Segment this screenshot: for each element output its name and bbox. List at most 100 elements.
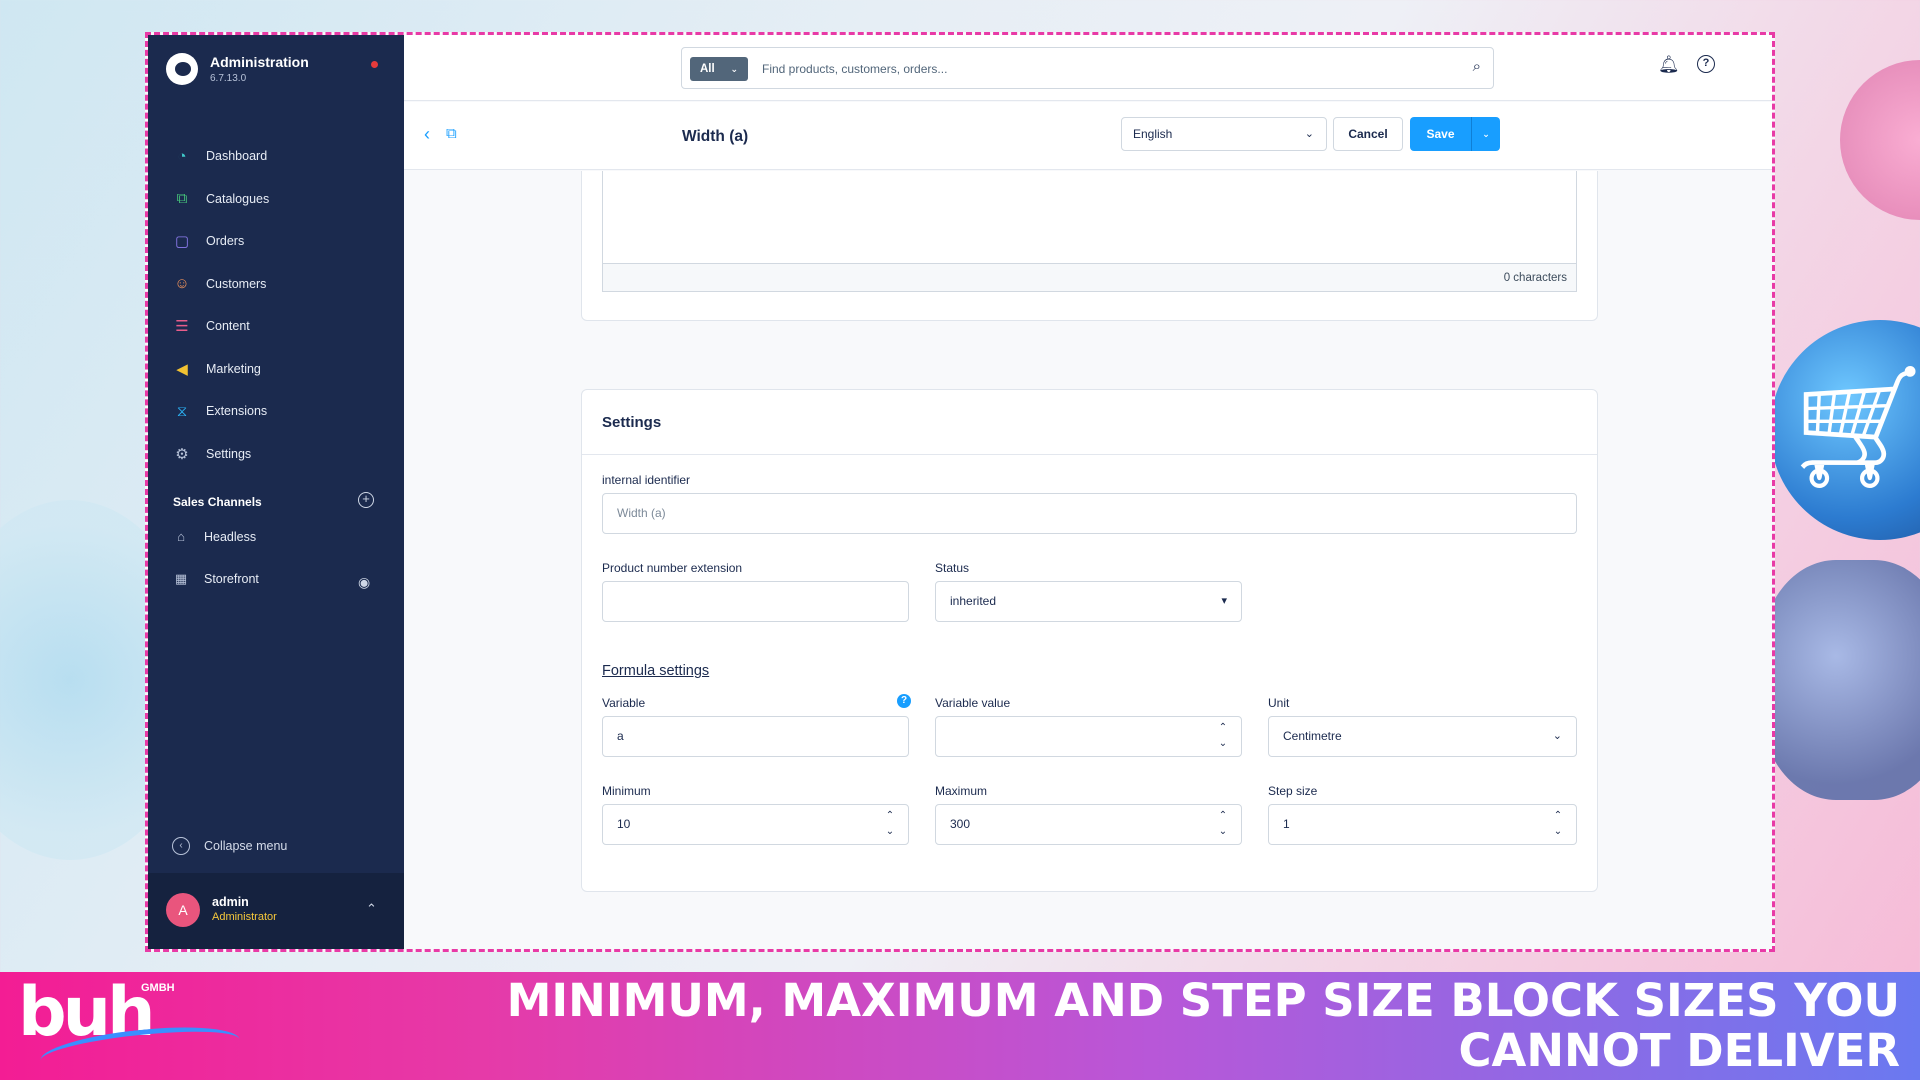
step-size-field[interactable]: 1 ⌃ ⌄ [1268,804,1577,845]
channel-label: Storefront [204,572,259,586]
internal-identifier-input[interactable] [617,506,1433,520]
help-icon[interactable]: ? [897,694,911,708]
back-icon[interactable]: ‹ [424,124,430,145]
chevron-down-icon: ⌄ [1304,128,1314,140]
description-card: 0 characters [581,171,1598,321]
minimum-value: 10 [617,817,631,831]
maximum-value: 300 [950,817,971,831]
character-count: 0 characters [603,263,1576,291]
chevron-down-icon: ▾ [1221,595,1227,607]
sidebar-item-catalogues[interactable]: ⧉ Catalogues [148,178,404,221]
save-button-group: Save ⌄ [1410,117,1500,151]
brand[interactable]: Administration 6.7.13.0 [166,53,309,85]
copy-icon[interactable]: ⧉ [446,125,457,142]
variable-value: a [617,729,624,743]
bell-icon[interactable]: 🔔︎ [1658,55,1680,75]
sidebar-item-settings[interactable]: ⚙ Settings [148,433,404,476]
global-search: All ⌄ ⌕ [681,47,1494,89]
unit-select[interactable]: Centimetre ⌄ [1268,716,1577,757]
extensions-icon: ⧖ [176,402,188,420]
settings-title: Settings [602,414,662,431]
smart-bar: ‹ ⧉ Width (a) English ⌄ Cancel Save ⌄ [404,102,1772,170]
sidebar-item-orders[interactable]: ▢ Orders [148,220,404,263]
sidebar-item-dashboard[interactable]: ◔ Dashboard [148,135,404,178]
promo-banner: buh GMBH MINIMUM, MAXIMUM AND STEP SIZE … [0,972,1920,1080]
company-logo-suffix: GMBH [141,982,175,994]
sidebar-item-content[interactable]: ☰ Content [148,305,404,348]
customers-icon: ☺ [174,275,190,293]
banner-headline: MINIMUM, MAXIMUM AND STEP SIZE BLOCK SIZ… [506,974,1900,1077]
step-size-label: Step size [1268,784,1318,798]
user-role: Administrator [212,911,277,923]
brand-version: 6.7.13.0 [210,73,247,84]
step-size-value: 1 [1283,817,1290,831]
sidebar-item-extensions[interactable]: ⧖ Extensions [148,390,404,433]
save-button[interactable]: Save [1410,117,1471,151]
sidebar-item-label: Marketing [206,361,261,376]
sidebar-item-label: Catalogues [206,191,270,206]
user-menu[interactable]: A admin Administrator ⌃ [148,873,404,949]
sidebar-item-customers[interactable]: ☺ Customers [148,263,404,306]
sidebar-item-storefront[interactable]: ▦ Storefront [172,571,259,587]
sidebar-item-label: Dashboard [206,149,268,164]
basket-icon: ⌂ [177,529,185,544]
search-icon[interactable]: ⌕ [1473,58,1481,75]
sidebar: Administration 6.7.13.0 ◔ Dashboard ⧉ Ca… [148,35,404,949]
page-title: Width (a) [682,128,749,145]
collapse-label: Collapse menu [204,839,288,853]
eye-icon[interactable]: ◉ [358,574,370,591]
brand-title: Administration [210,54,309,70]
sidebar-item-label: Content [206,319,250,334]
maximum-label: Maximum [935,784,988,798]
stepper-arrows-icon[interactable]: ⌃ ⌄ [1552,808,1564,840]
unit-value: Centimetre [1283,729,1342,743]
background-decoration-blue [1760,560,1920,800]
main-area: All ⌄ ⌕ 🔔︎ ? ‹ ⧉ Width (a) English ⌄ Can… [404,35,1772,949]
product-number-field[interactable] [602,581,909,622]
content-icon: ☰ [175,318,189,336]
chevron-down-icon: ⌄ [1552,730,1562,742]
stepper-arrows-icon[interactable]: ⌃ ⌄ [1217,720,1229,752]
variable-label: Variable [602,696,646,710]
internal-identifier-field[interactable] [602,493,1577,534]
variable-field[interactable]: a [602,716,909,757]
sidebar-item-label: Orders [206,234,245,249]
help-icon[interactable]: ? [1697,55,1715,73]
dashboard-icon: ◔ [177,147,187,165]
maximum-field[interactable]: 300 ⌃ ⌄ [935,804,1242,845]
stepper-arrows-icon[interactable]: ⌃ ⌄ [884,808,896,840]
status-value: inherited [950,594,997,608]
unit-label: Unit [1268,696,1290,710]
catalogues-icon: ⧉ [176,190,188,208]
minimum-field[interactable]: 10 ⌃ ⌄ [602,804,909,845]
variable-value-field[interactable]: ⌃ ⌄ [935,716,1242,757]
search-scope-label: All [700,63,715,75]
sidebar-item-headless[interactable]: ⌂ Headless [172,529,256,544]
sidebar-item-label: Customers [206,276,267,291]
chevron-up-icon[interactable]: ⌃ [366,901,377,917]
language-select[interactable]: English ⌄ [1121,117,1327,151]
search-scope-dropdown[interactable]: All ⌄ [690,57,748,81]
status-select[interactable]: inherited ▾ [935,581,1242,622]
notification-dot-icon [371,61,378,68]
collapse-menu-button[interactable]: ‹ Collapse menu [172,837,287,855]
description-editor[interactable]: 0 characters [602,171,1577,292]
shopware-logo-icon [166,53,198,85]
settings-card: Settings internal identifier Product num… [581,389,1598,892]
search-input[interactable] [762,57,1442,81]
save-options-chevron-down-icon[interactable]: ⌄ [1471,117,1500,151]
background-decoration-pink [1840,60,1920,220]
sidebar-item-label: Extensions [206,404,268,419]
avatar: A [166,893,200,927]
add-sales-channel-icon[interactable]: + [358,492,374,508]
cancel-button[interactable]: Cancel [1333,117,1403,151]
product-number-label: Product number extension [602,561,743,575]
sidebar-item-marketing[interactable]: ◀ Marketing [148,348,404,391]
main-nav: ◔ Dashboard ⧉ Catalogues ▢ Orders ☺ Cust… [148,135,404,475]
storefront-icon: ▦ [174,571,188,586]
sales-channels-title: Sales Channels [173,495,262,509]
stepper-arrows-icon[interactable]: ⌃ ⌄ [1217,808,1229,840]
divider [582,454,1597,455]
minimum-label: Minimum [602,784,651,798]
settings-icon: ⚙ [175,445,189,463]
